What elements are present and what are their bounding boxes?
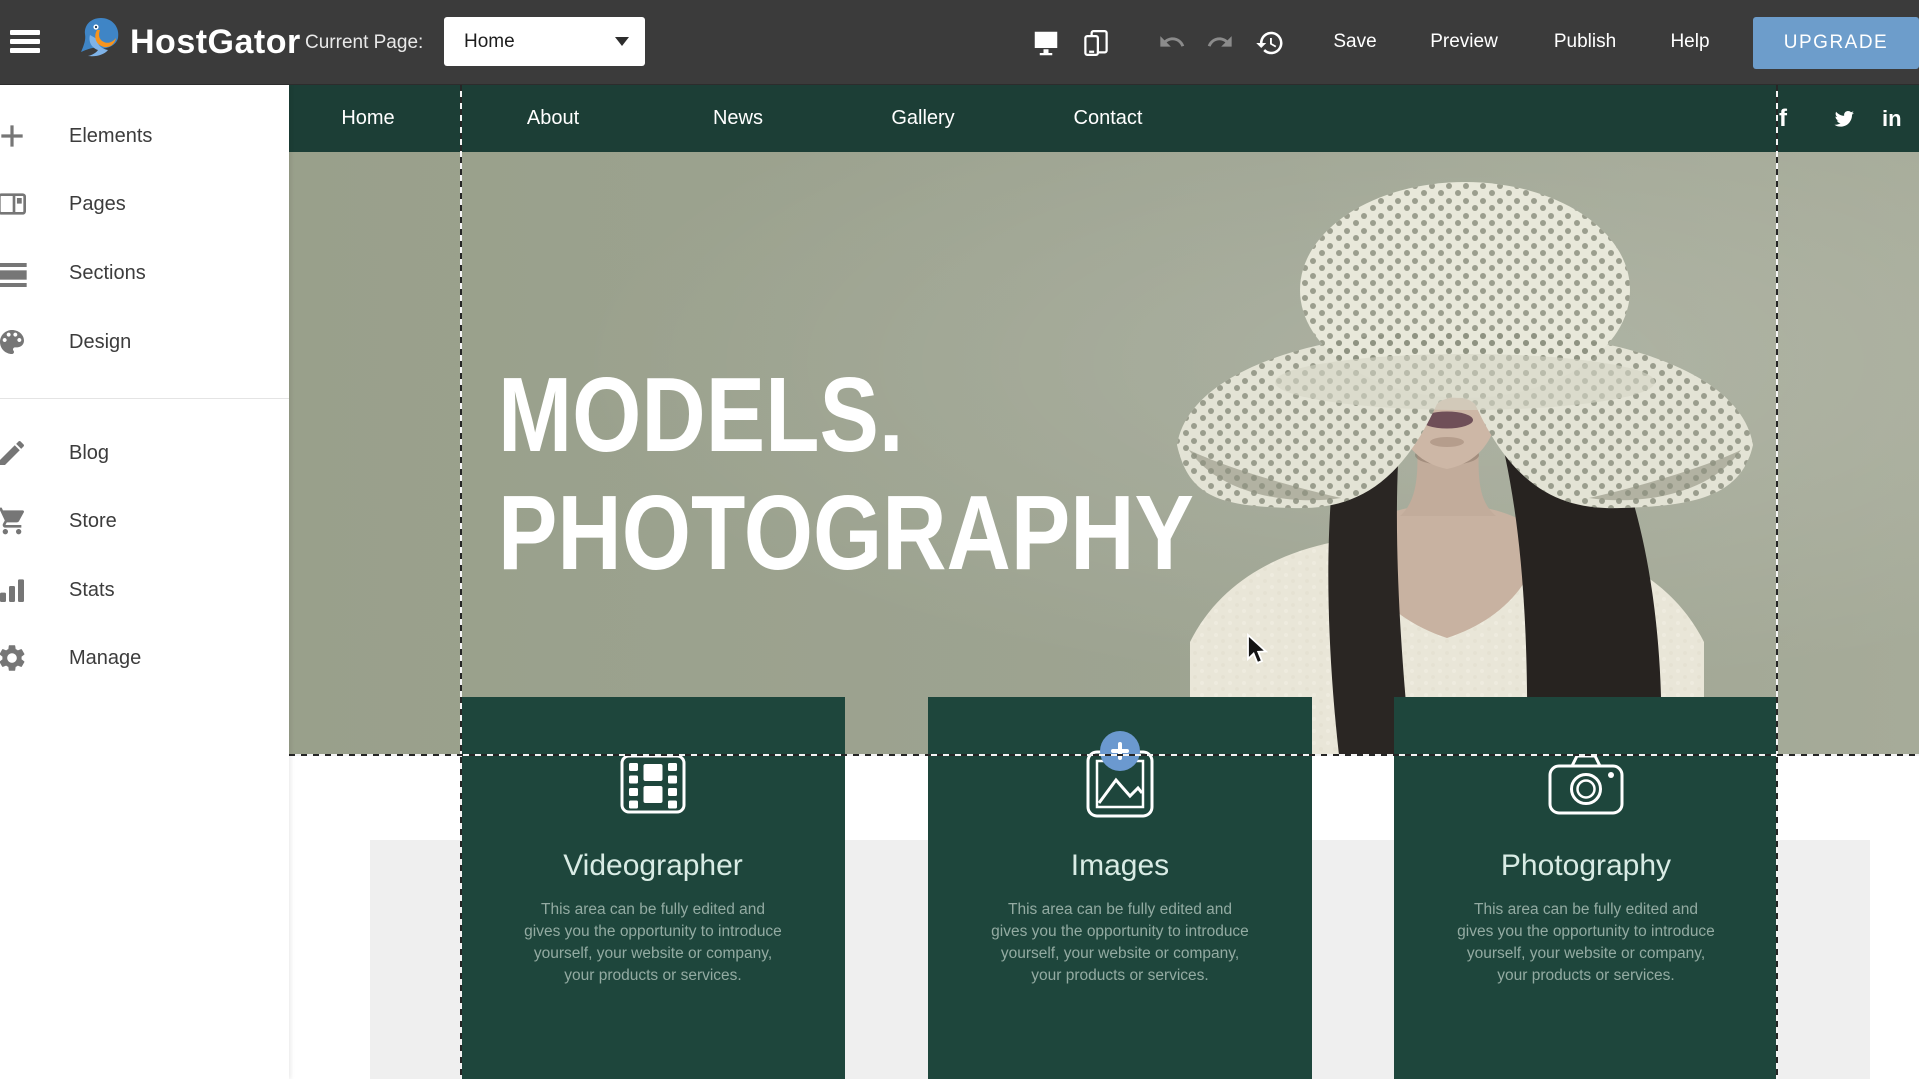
hostgator-builder: HostGator Current Page: Home Save Prev (0, 0, 1919, 1079)
site-navbar: Home About News Gallery Contact f in (289, 85, 1919, 152)
card-body: This area can be fully edited and gives … (1455, 899, 1717, 987)
sidebar-item-label: Blog (69, 433, 109, 473)
sidebar-item-manage[interactable]: Manage (0, 638, 289, 678)
hero-section[interactable]: MODELS. PHOTOGRAPHY (289, 152, 1919, 755)
upgrade-button[interactable]: UPGRADE (1753, 17, 1919, 69)
mobile-preview-icon[interactable] (1081, 28, 1111, 58)
card-videographer[interactable]: Videographer This area can be fully edit… (461, 697, 845, 1079)
site-nav-contact[interactable]: Contact (1074, 85, 1143, 152)
facebook-icon[interactable]: f (1779, 85, 1787, 152)
film-icon (620, 743, 686, 825)
card-title: Videographer (563, 849, 743, 883)
sidebar-item-sections[interactable]: Sections (0, 253, 289, 293)
card-title: Images (1071, 849, 1169, 883)
history-icon[interactable] (1255, 28, 1285, 58)
sidebar-item-label: Pages (69, 184, 126, 224)
palette-icon (0, 326, 28, 358)
save-button[interactable]: Save (1333, 31, 1376, 53)
sidebar-item-store[interactable]: Store (0, 501, 289, 541)
cart-icon (0, 505, 28, 537)
card-title: Photography (1501, 849, 1671, 883)
sidebar-item-label: Sections (69, 253, 146, 293)
desktop-preview-icon[interactable] (1031, 28, 1061, 58)
page-dropdown[interactable]: Home (444, 17, 645, 66)
topbar: HostGator Current Page: Home Save Prev (0, 0, 1919, 85)
sidebar-item-label: Elements (69, 116, 152, 156)
hostgator-logo[interactable]: HostGator (76, 14, 301, 70)
card-photography[interactable]: Photography This area can be fully edite… (1394, 697, 1778, 1079)
sidebar-item-label: Design (69, 322, 131, 362)
sidebar-item-label: Store (69, 501, 117, 541)
chevron-down-icon (615, 37, 629, 46)
pages-icon (0, 188, 28, 220)
current-page-label: Current Page: (305, 32, 423, 54)
plus-icon (0, 120, 28, 152)
bar-chart-icon (0, 574, 28, 606)
card-body: This area can be fully edited and gives … (989, 899, 1251, 987)
pencil-icon (0, 437, 28, 469)
sidebar-item-blog[interactable]: Blog (0, 433, 289, 473)
sidebar-item-design[interactable]: Design (0, 322, 289, 362)
undo-icon[interactable] (1158, 28, 1188, 58)
hero-headline[interactable]: MODELS. PHOTOGRAPHY (498, 356, 1194, 592)
twitter-icon[interactable] (1832, 85, 1856, 152)
sidebar-item-pages[interactable]: Pages (0, 184, 289, 224)
hero-headline-line1: MODELS. (498, 356, 1194, 474)
site-nav-about[interactable]: About (527, 85, 579, 152)
site-nav-home[interactable]: Home (341, 85, 394, 152)
sidebar: Elements Pages Sections Design Blog (0, 85, 289, 1079)
sidebar-item-stats[interactable]: Stats (0, 570, 289, 610)
linkedin-icon[interactable]: in (1882, 85, 1902, 152)
add-image-badge[interactable] (1100, 731, 1140, 771)
menu-icon[interactable] (10, 26, 46, 58)
sidebar-item-label: Manage (69, 638, 141, 678)
gear-icon (0, 642, 28, 674)
sidebar-item-elements[interactable]: Elements (0, 116, 289, 156)
sections-icon (0, 257, 28, 289)
card-images[interactable]: Images This area can be fully edited and… (928, 697, 1312, 1079)
page-dropdown-value: Home (464, 31, 615, 53)
camera-icon (1548, 743, 1624, 825)
hero-headline-line2: PHOTOGRAPHY (498, 474, 1194, 592)
site-canvas: Home About News Gallery Contact f in (289, 85, 1919, 1079)
card-body: This area can be fully edited and gives … (522, 899, 784, 987)
sidebar-item-label: Stats (69, 570, 115, 610)
gator-icon (76, 15, 124, 70)
brand-name: HostGator (130, 23, 301, 62)
site-nav-gallery[interactable]: Gallery (891, 85, 954, 152)
help-button[interactable]: Help (1670, 31, 1709, 53)
site-nav-news[interactable]: News (713, 85, 763, 152)
redo-icon[interactable] (1206, 28, 1236, 58)
sidebar-divider (0, 398, 289, 399)
publish-button[interactable]: Publish (1554, 31, 1616, 53)
image-add-icon (1086, 743, 1154, 825)
preview-button[interactable]: Preview (1430, 31, 1498, 53)
